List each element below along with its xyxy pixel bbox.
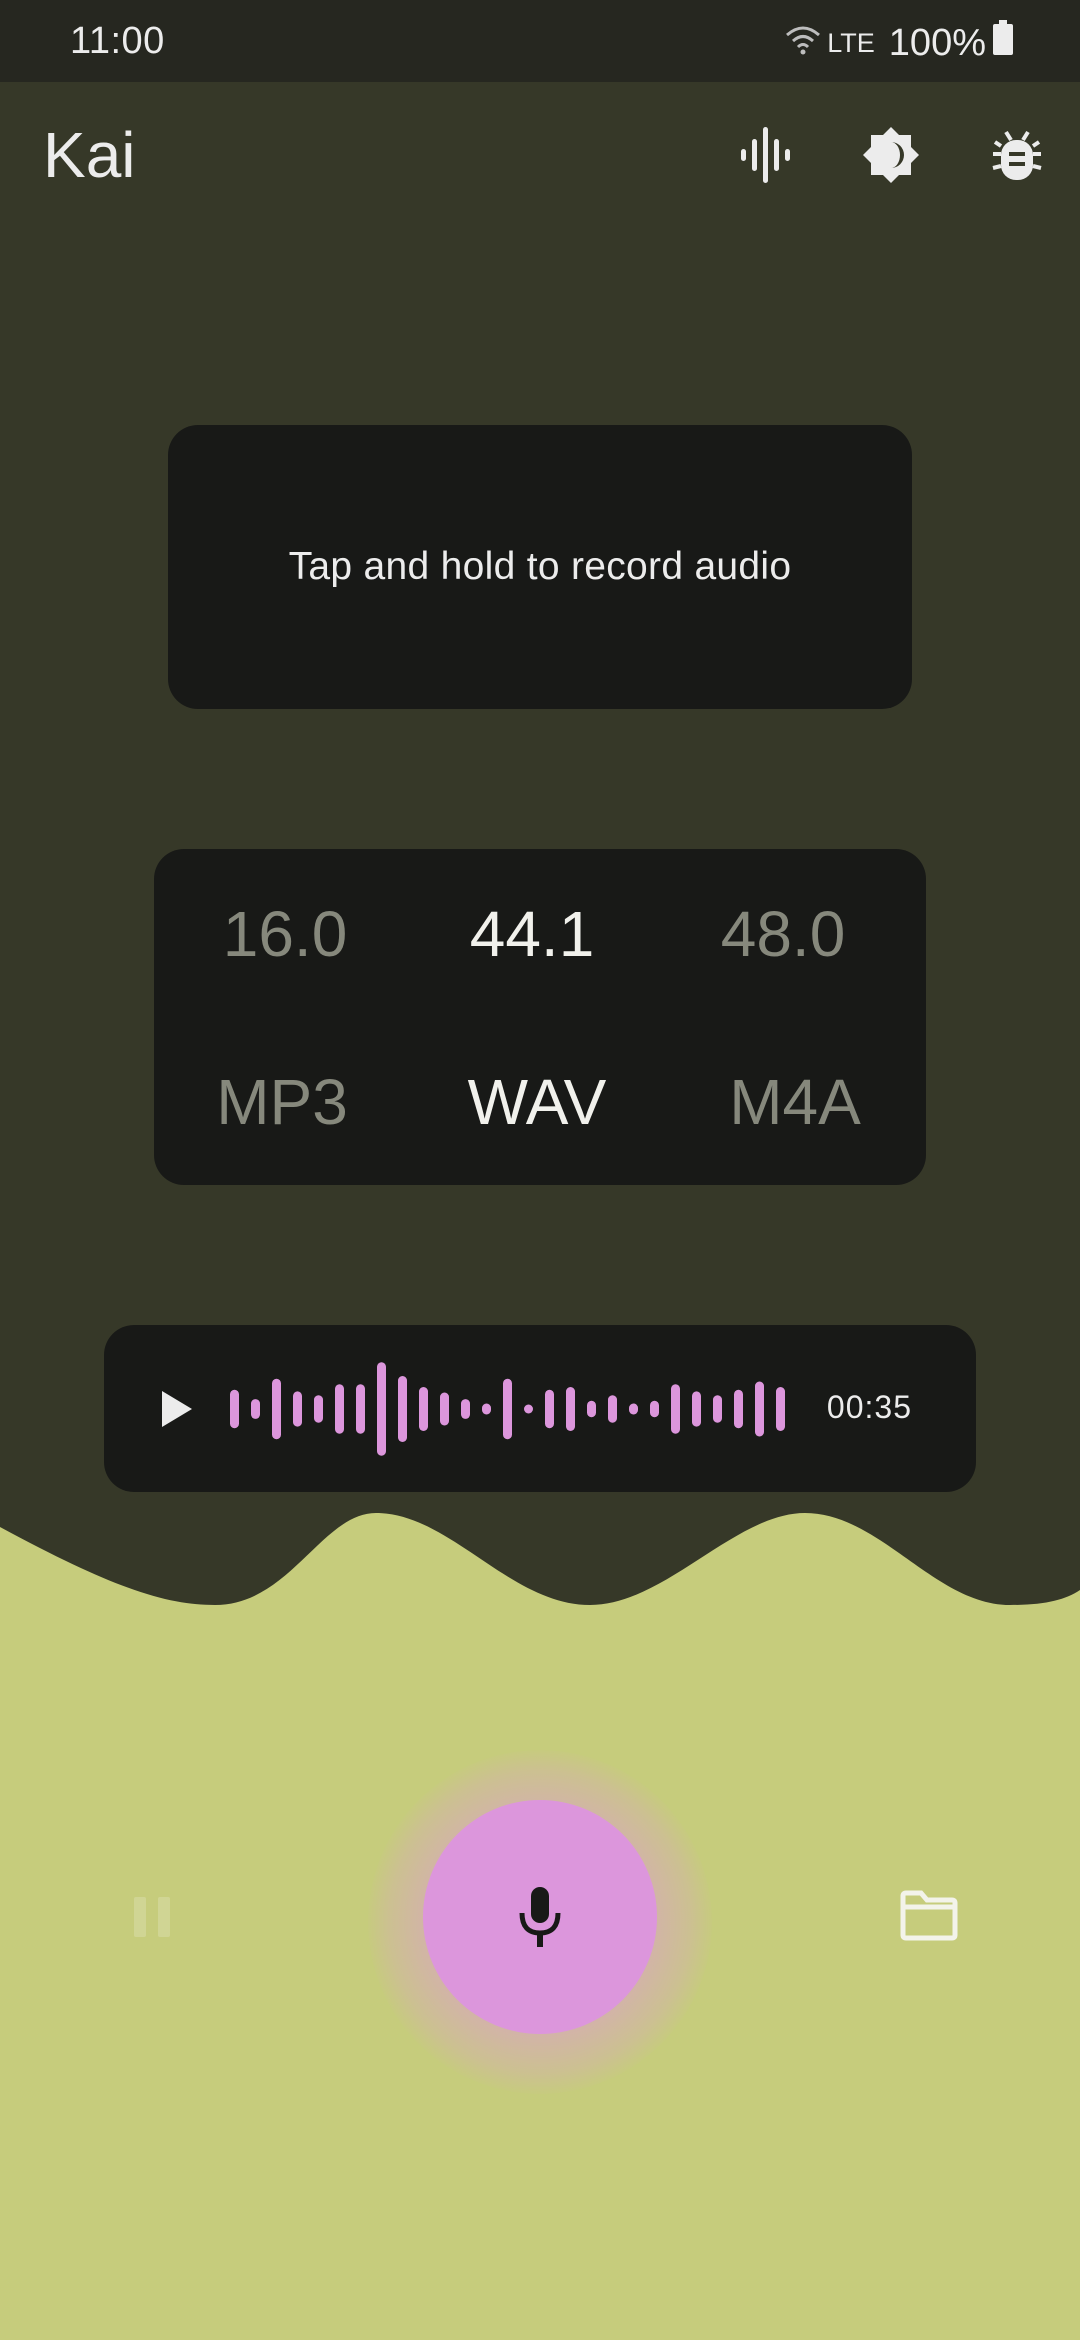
record-hint-text: Tap and hold to record audio: [288, 545, 792, 588]
waveform-bar: [230, 1389, 239, 1429]
waveform-bar: [272, 1378, 281, 1440]
battery-icon: [992, 20, 1014, 66]
waveform-bar: [650, 1400, 659, 1418]
sample-rate-option-16[interactable]: 16.0: [175, 897, 395, 971]
waveform-bar: [503, 1378, 512, 1440]
waveform-bar: [461, 1399, 470, 1419]
status-bar: 11:00 LTE 100%: [0, 0, 1080, 82]
recording-player: 00:35: [104, 1325, 976, 1492]
waveform-bar: [587, 1400, 596, 1418]
play-icon: [162, 1391, 192, 1427]
sample-rate-option-44-1[interactable]: 44.1: [422, 897, 642, 971]
record-button[interactable]: [423, 1800, 657, 2034]
waveform-bar: [524, 1404, 533, 1414]
app-screen: 11:00 LTE 100% Kai Tap and hold to recor…: [0, 0, 1080, 2340]
recording-duration: 00:35: [826, 1389, 912, 1425]
recordings-folder-button[interactable]: [899, 1890, 959, 1942]
waveform-bar: [755, 1381, 764, 1437]
pause-icon: [134, 1897, 170, 1937]
waveform-bar: [545, 1389, 554, 1429]
waveform-icon[interactable]: [734, 124, 796, 186]
waveform-bar: [419, 1387, 428, 1431]
waveform-bar: [251, 1399, 260, 1419]
waveform-bar: [398, 1376, 407, 1442]
wifi-icon: [785, 22, 821, 65]
waveform-bar: [356, 1384, 365, 1434]
pause-button[interactable]: [130, 1895, 174, 1939]
format-option-mp3[interactable]: MP3: [172, 1065, 392, 1139]
play-button[interactable]: [148, 1381, 204, 1437]
waveform-bar: [776, 1387, 785, 1431]
battery-percent: 100%: [888, 21, 986, 64]
format-option-m4a[interactable]: M4A: [685, 1065, 905, 1139]
network-type: LTE: [827, 27, 875, 58]
waveform-bar: [692, 1391, 701, 1427]
status-indicators: LTE 100%: [785, 20, 1014, 66]
waveform-bar: [629, 1403, 638, 1415]
waveform-bar: [608, 1395, 617, 1423]
waveform-bar: [734, 1389, 743, 1429]
format-selector-card: 16.0 44.1 48.0 MP3 WAV M4A: [154, 849, 926, 1185]
microphone-icon: [519, 1887, 561, 1947]
waveform-bar: [335, 1384, 344, 1434]
waveform-bar: [293, 1391, 302, 1427]
status-time: 11:00: [70, 20, 165, 62]
waveform-bar: [314, 1395, 323, 1423]
waveform-bar: [671, 1384, 680, 1434]
waveform-bar: [713, 1395, 722, 1423]
waveform-bar: [482, 1403, 491, 1415]
waveform-bar: [377, 1362, 386, 1456]
app-title: Kai: [43, 119, 136, 191]
folder-icon: [900, 1890, 958, 1941]
sample-rate-option-48[interactable]: 48.0: [673, 897, 893, 971]
brightness-icon[interactable]: [860, 124, 922, 186]
bug-icon[interactable]: [986, 124, 1048, 186]
format-option-wav[interactable]: WAV: [427, 1065, 647, 1139]
record-hint-card: Tap and hold to record audio: [168, 425, 912, 709]
waveform-bar: [566, 1387, 575, 1431]
waveform-bar: [440, 1392, 449, 1426]
